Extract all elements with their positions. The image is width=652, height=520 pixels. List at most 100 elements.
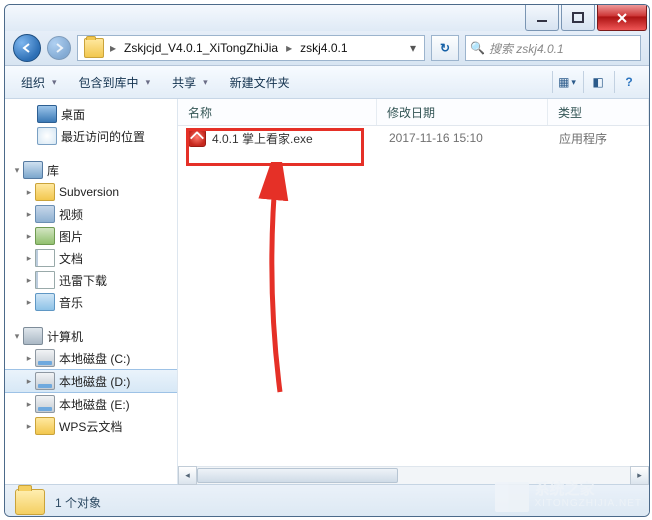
disk-icon bbox=[35, 395, 55, 413]
preview-pane-button[interactable]: ◧ bbox=[583, 71, 612, 93]
content-area: 桌面 最近访问的位置 库 Subversion 视频 图片 bbox=[5, 99, 649, 484]
caret-icon[interactable] bbox=[23, 297, 35, 308]
refresh-button[interactable]: ↻ bbox=[431, 35, 459, 61]
breadcrumb-dropdown[interactable]: ▾ bbox=[404, 36, 422, 60]
caret-icon[interactable] bbox=[23, 421, 35, 432]
caret-icon[interactable] bbox=[23, 399, 35, 410]
chevron-right-icon[interactable]: ▸ bbox=[108, 41, 118, 55]
navigation-tree[interactable]: 桌面 最近访问的位置 库 Subversion 视频 图片 bbox=[5, 99, 178, 484]
breadcrumb-segment-1[interactable]: Zskjcjd_V4.0.1_XiTongZhiJia bbox=[118, 36, 284, 60]
disk-icon bbox=[35, 349, 55, 367]
minimize-button[interactable] bbox=[525, 5, 559, 31]
folder-icon bbox=[84, 38, 104, 58]
newfolder-label: 新建文件夹 bbox=[230, 74, 290, 91]
explorer-window: ▸ Zskjcjd_V4.0.1_XiTongZhiJia ▸ zskj4.0.… bbox=[4, 4, 650, 517]
scroll-thumb[interactable] bbox=[197, 468, 398, 483]
nav-forward-button[interactable] bbox=[47, 36, 71, 60]
caret-icon[interactable] bbox=[23, 353, 35, 364]
forward-arrow-icon bbox=[53, 42, 65, 54]
scroll-track[interactable] bbox=[197, 467, 630, 484]
horizontal-scrollbar[interactable]: ◂ ▸ bbox=[178, 466, 649, 484]
view-icon: ▦ bbox=[558, 75, 569, 89]
tree-item-xunlei[interactable]: 迅雷下载 bbox=[5, 269, 177, 291]
tree-item-disk-c[interactable]: 本地磁盘 (C:) bbox=[5, 347, 177, 369]
tree-item-desktop[interactable]: 桌面 bbox=[5, 103, 177, 125]
organize-label: 组织 bbox=[21, 74, 45, 91]
close-icon bbox=[616, 12, 628, 24]
search-placeholder: 搜索 zskj4.0.1 bbox=[489, 40, 564, 57]
address-bar-row: ▸ Zskjcjd_V4.0.1_XiTongZhiJia ▸ zskj4.0.… bbox=[5, 31, 649, 66]
file-name: 4.0.1 掌上看家.exe bbox=[212, 130, 313, 147]
caret-icon[interactable] bbox=[23, 376, 35, 387]
column-header-type[interactable]: 类型 bbox=[548, 99, 649, 125]
tree-label: 视频 bbox=[59, 206, 83, 223]
file-date: 2017-11-16 15:10 bbox=[379, 131, 549, 145]
view-mode-button[interactable]: ▦▾ bbox=[552, 71, 581, 93]
minimize-icon bbox=[536, 12, 548, 24]
search-input[interactable]: 🔍 搜索 zskj4.0.1 bbox=[465, 35, 641, 61]
exe-icon bbox=[188, 129, 206, 147]
tree-label: 本地磁盘 (E:) bbox=[59, 396, 130, 413]
tree-label: 迅雷下载 bbox=[59, 272, 107, 289]
tree-label: Subversion bbox=[59, 185, 119, 199]
tree-label: 桌面 bbox=[61, 106, 85, 123]
share-menu[interactable]: 共享 bbox=[162, 70, 218, 95]
computer-icon bbox=[23, 327, 43, 345]
caret-icon[interactable] bbox=[23, 187, 35, 198]
scroll-left-button[interactable]: ◂ bbox=[178, 466, 197, 485]
status-bar: 1 个对象 bbox=[5, 484, 649, 517]
caret-icon[interactable] bbox=[23, 253, 35, 264]
disk-icon bbox=[35, 372, 55, 390]
tree-item-libraries[interactable]: 库 bbox=[5, 159, 177, 181]
tree-label: 最近访问的位置 bbox=[61, 128, 145, 145]
tree-label: 计算机 bbox=[47, 328, 83, 345]
file-list[interactable]: 4.0.1 掌上看家.exe 2017-11-16 15:10 应用程序 bbox=[178, 126, 649, 466]
caret-icon[interactable] bbox=[23, 209, 35, 220]
share-label: 共享 bbox=[172, 74, 196, 91]
titlebar bbox=[5, 5, 649, 31]
picture-icon bbox=[35, 227, 55, 245]
column-header-date[interactable]: 修改日期 bbox=[377, 99, 548, 125]
chevron-down-icon: ▾ bbox=[571, 77, 576, 88]
tree-item-recent[interactable]: 最近访问的位置 bbox=[5, 125, 177, 147]
breadcrumb-segment-2[interactable]: zskj4.0.1 bbox=[294, 36, 353, 60]
column-headers: 名称 修改日期 类型 bbox=[178, 99, 649, 126]
folder-icon bbox=[35, 183, 55, 201]
close-button[interactable] bbox=[597, 5, 647, 31]
tree-item-pictures[interactable]: 图片 bbox=[5, 225, 177, 247]
scroll-right-button[interactable]: ▸ bbox=[630, 466, 649, 485]
tree-item-music[interactable]: 音乐 bbox=[5, 291, 177, 313]
tree-label: WPS云文档 bbox=[59, 418, 122, 435]
tree-item-documents[interactable]: 文档 bbox=[5, 247, 177, 269]
tree-label: 库 bbox=[47, 162, 59, 179]
file-list-pane: 名称 修改日期 类型 4.0.1 掌上看家.exe 2017-11-16 15:… bbox=[178, 99, 649, 484]
help-button[interactable]: ? bbox=[614, 71, 643, 93]
caret-icon[interactable] bbox=[11, 165, 23, 176]
maximize-icon bbox=[572, 12, 584, 24]
music-icon bbox=[35, 293, 55, 311]
file-type: 应用程序 bbox=[549, 130, 649, 147]
chevron-right-icon[interactable]: ▸ bbox=[284, 41, 294, 55]
tree-item-computer[interactable]: 计算机 bbox=[5, 325, 177, 347]
include-in-library-menu[interactable]: 包含到库中 bbox=[69, 70, 161, 95]
library-icon bbox=[23, 161, 43, 179]
tree-item-subversion[interactable]: Subversion bbox=[5, 181, 177, 203]
nav-back-button[interactable] bbox=[13, 34, 41, 62]
maximize-button[interactable] bbox=[561, 5, 595, 31]
tree-item-videos[interactable]: 视频 bbox=[5, 203, 177, 225]
preview-pane-icon: ◧ bbox=[592, 75, 603, 89]
column-header-name[interactable]: 名称 bbox=[178, 99, 377, 125]
new-folder-button[interactable]: 新建文件夹 bbox=[220, 70, 300, 95]
desktop-icon bbox=[37, 105, 57, 123]
tree-item-disk-e[interactable]: 本地磁盘 (E:) bbox=[5, 393, 177, 415]
caret-icon[interactable] bbox=[11, 331, 23, 342]
tree-item-disk-d[interactable]: 本地磁盘 (D:) bbox=[5, 369, 177, 393]
breadcrumb-bar[interactable]: ▸ Zskjcjd_V4.0.1_XiTongZhiJia ▸ zskj4.0.… bbox=[77, 35, 425, 61]
organize-menu[interactable]: 组织 bbox=[11, 70, 67, 95]
search-icon: 🔍 bbox=[470, 41, 485, 55]
caret-icon[interactable] bbox=[23, 275, 35, 286]
tree-item-wps[interactable]: WPS云文档 bbox=[5, 415, 177, 437]
caret-icon[interactable] bbox=[23, 231, 35, 242]
file-row[interactable]: 4.0.1 掌上看家.exe 2017-11-16 15:10 应用程序 bbox=[178, 126, 649, 150]
include-label: 包含到库中 bbox=[79, 74, 139, 91]
